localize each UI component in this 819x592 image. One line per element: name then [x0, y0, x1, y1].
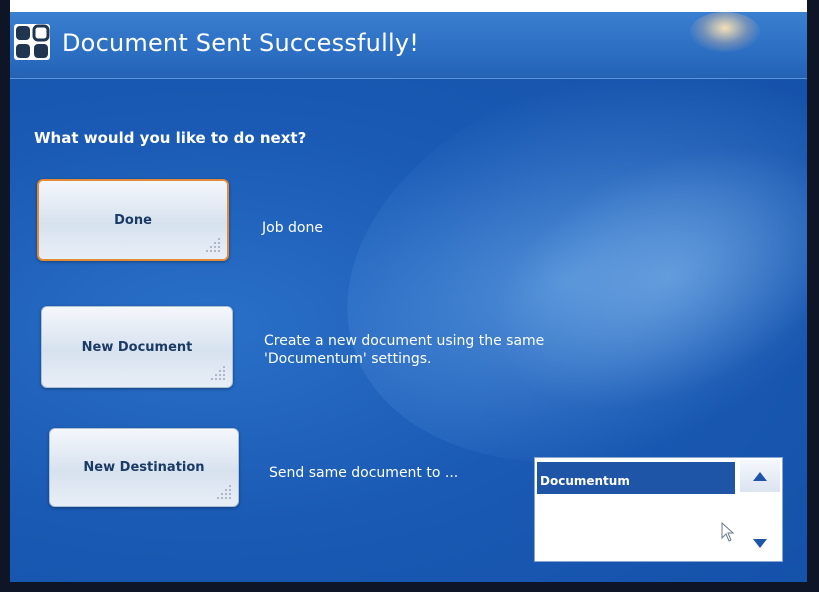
scroll-up-button[interactable]	[740, 460, 780, 492]
list-item-documentum[interactable]: Documentum	[537, 462, 735, 494]
prompt-heading: What would you like to do next?	[34, 129, 307, 147]
grip-icon	[217, 485, 231, 499]
photo-bezel-top	[0, 0, 819, 12]
screen: Document Sent Successfully! What would y…	[10, 12, 807, 582]
photo-bezel-bottom	[0, 582, 819, 592]
photo-bezel-left	[0, 0, 10, 592]
new-document-button[interactable]: New Document	[41, 306, 233, 388]
title-bar: Document Sent Successfully!	[10, 12, 807, 79]
done-description: Job done	[262, 220, 323, 236]
new-destination-description: Send same document to ...	[269, 465, 459, 481]
mouse-pointer-icon	[721, 522, 735, 542]
app-logo-icon	[14, 24, 50, 60]
new-document-button-label: New Document	[81, 339, 193, 355]
done-button[interactable]: Done	[37, 179, 229, 261]
scroll-down-button[interactable]	[740, 527, 780, 559]
grip-icon	[211, 366, 225, 380]
new-document-description: Create a new document using the same 'Do…	[264, 333, 545, 367]
screen-glare	[690, 12, 760, 52]
triangle-up-icon	[753, 471, 767, 481]
grip-icon	[206, 238, 220, 252]
new-destination-button[interactable]: New Destination	[49, 428, 239, 507]
triangle-down-icon	[753, 538, 767, 548]
new-destination-button-label: New Destination	[83, 460, 205, 475]
photo-bezel-right	[807, 0, 819, 592]
done-button-label: Done	[114, 212, 152, 228]
destination-listbox[interactable]: Documentum	[534, 457, 783, 562]
window-title: Document Sent Successfully!	[62, 29, 420, 57]
